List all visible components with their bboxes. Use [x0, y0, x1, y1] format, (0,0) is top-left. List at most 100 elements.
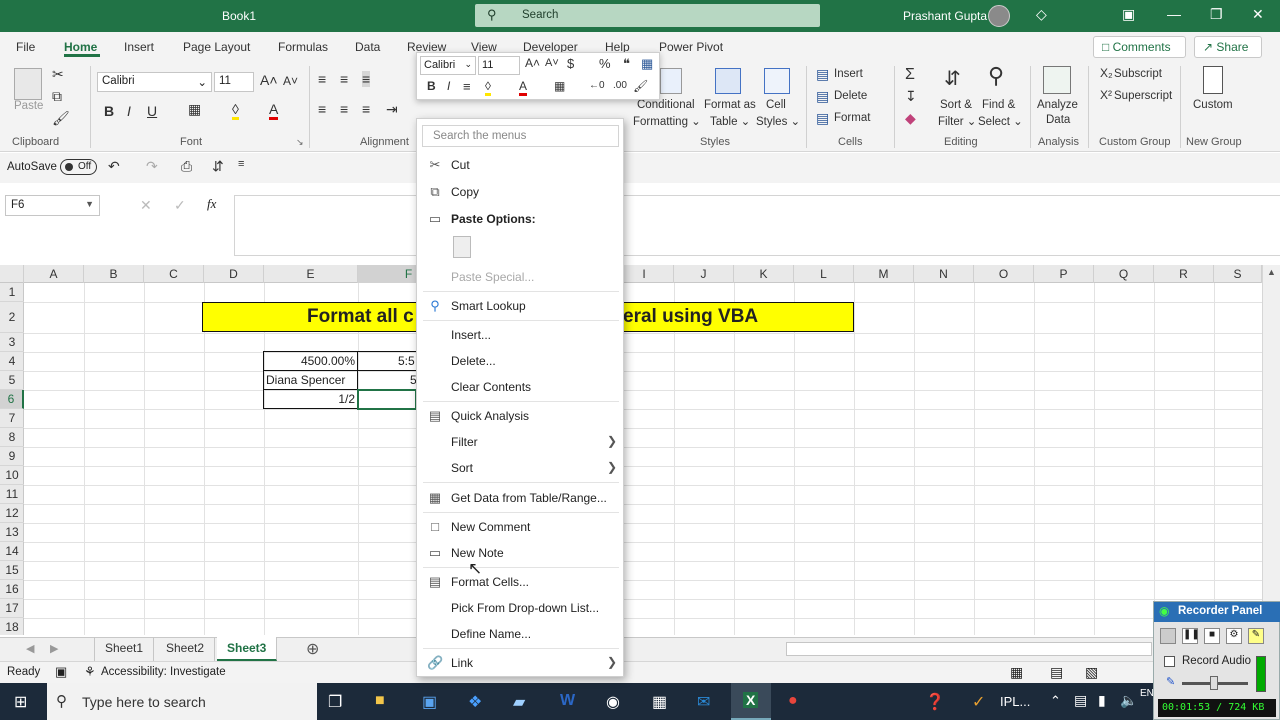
merge-icon[interactable]: ▦	[641, 56, 653, 72]
row-header[interactable]: 11	[0, 485, 24, 504]
decrease-font-icon[interactable]: A˅	[545, 57, 559, 69]
insert-function-icon[interactable]: fx	[207, 196, 216, 212]
column-header[interactable]: K	[734, 265, 794, 283]
accessibility-status[interactable]: Accessibility: Investigate	[101, 666, 226, 678]
next-sheet-icon[interactable]: ▶	[50, 642, 58, 655]
row-header[interactable]: 7	[0, 409, 24, 428]
taskbar-search[interactable]: ⚲ Type here to search	[47, 683, 317, 720]
cell-styles-line2[interactable]: Styles ⌄	[756, 114, 800, 128]
sort-filter-icon[interactable]: ⇵	[944, 66, 961, 91]
align-center-icon[interactable]: ≡	[340, 101, 348, 117]
analyze-data-line2[interactable]: Data	[1046, 114, 1070, 126]
stop-icon[interactable]: ■	[1204, 628, 1220, 644]
record-button[interactable]	[1160, 628, 1176, 644]
menu-item-new-note[interactable]: ▭ New Note	[417, 541, 623, 565]
row-header[interactable]: 1	[0, 283, 24, 302]
cut-icon[interactable]: ✂	[52, 66, 64, 83]
dialog-launcher-icon[interactable]: ↘	[296, 137, 304, 148]
column-header[interactable]: J	[674, 265, 734, 283]
dropbox-icon[interactable]: ❖	[468, 692, 482, 712]
decrease-font-icon[interactable]: A˅	[283, 74, 298, 88]
close-icon[interactable]: ✕	[1252, 6, 1264, 23]
find-select-line2[interactable]: Select ⌄	[978, 114, 1023, 128]
find-select-line1[interactable]: Find &	[982, 99, 1015, 111]
cell-e6[interactable]: 1/2	[264, 390, 355, 409]
word-icon[interactable]: W	[560, 692, 575, 710]
minimize-icon[interactable]: —	[1167, 6, 1181, 22]
sort-filter-line2[interactable]: Filter ⌄	[938, 114, 976, 128]
ipl-app-label[interactable]: IPL...	[1000, 694, 1030, 709]
align-left-icon[interactable]: ≡	[318, 101, 326, 117]
search-box[interactable]: ⚲ Search	[475, 4, 820, 27]
menu-item-link[interactable]: 🔗 Link ❯	[417, 651, 623, 675]
vertical-scrollbar[interactable]: ▲	[1262, 265, 1280, 635]
calculator-icon[interactable]	[1203, 66, 1223, 94]
battery-icon[interactable]: ▮	[1098, 692, 1106, 709]
menu-item-pick-list[interactable]: Pick From Drop-down List...	[417, 596, 623, 620]
column-header[interactable]: L	[794, 265, 854, 283]
superscript-button[interactable]: Superscript	[1114, 90, 1172, 102]
windows-start-icon[interactable]: ⊞	[14, 692, 27, 712]
help-icon[interactable]: ❓	[925, 692, 945, 712]
fill-color-icon[interactable]: ◊	[485, 79, 491, 96]
row-header[interactable]: 2	[0, 302, 24, 333]
undo-icon[interactable]: ↶	[108, 158, 120, 175]
row-header[interactable]: 17	[0, 599, 24, 618]
sheet-tab-active[interactable]: Sheet3	[217, 637, 278, 661]
autosum-icon[interactable]: Σ	[905, 66, 915, 84]
column-header[interactable]: N	[914, 265, 974, 283]
tray-chevron-icon[interactable]: ⌃	[1050, 693, 1061, 709]
pen-icon[interactable]: ✎	[1248, 628, 1264, 644]
menu-item-format-cells[interactable]: ▤ Format Cells...	[417, 570, 623, 594]
paste-button[interactable]: Paste	[14, 100, 43, 112]
superscript-icon[interactable]: X²	[1100, 88, 1112, 102]
column-header[interactable]: E	[264, 265, 358, 283]
align-right-icon[interactable]: ≡	[362, 101, 370, 117]
menu-item-paste-special[interactable]: Paste Special...	[417, 265, 623, 289]
sort-icon[interactable]: ⇵	[212, 158, 224, 175]
tab-power-pivot[interactable]: Power Pivot	[659, 40, 723, 54]
menu-item-quick-analysis[interactable]: ▤ Quick Analysis	[417, 404, 623, 428]
row-header[interactable]: 8	[0, 428, 24, 447]
row-header[interactable]: 5	[0, 371, 24, 390]
row-header[interactable]: 4	[0, 352, 24, 371]
conditional-formatting-line1[interactable]: Conditional	[637, 99, 695, 111]
calculator-app-icon[interactable]: ▦	[652, 692, 667, 712]
print-preview-icon[interactable]: ⎙	[181, 158, 192, 175]
subscript-button[interactable]: Subscript	[1114, 68, 1162, 80]
menu-item-define-name[interactable]: Define Name...	[417, 622, 623, 646]
app-icon[interactable]: ▰	[513, 692, 525, 712]
custom-button[interactable]: Custom	[1193, 99, 1233, 111]
format-as-table-icon[interactable]	[715, 68, 741, 94]
increase-font-icon[interactable]: A˄	[260, 72, 278, 88]
menu-item-cut[interactable]: ✂ Cut	[417, 153, 623, 177]
tab-formulas[interactable]: Formulas	[278, 40, 328, 54]
menu-item-insert[interactable]: Insert...	[417, 323, 623, 347]
menu-item-get-data[interactable]: ▦ Get Data from Table/Range...	[417, 486, 623, 510]
redo-icon[interactable]: ↷	[146, 158, 158, 175]
tab-page-layout[interactable]: Page Layout	[183, 40, 250, 54]
copy-icon[interactable]: ⧉	[52, 88, 62, 105]
top-align-icon[interactable]: ≡	[318, 71, 326, 87]
italic-icon[interactable]: I	[447, 79, 450, 93]
cell-styles-line1[interactable]: Cell	[766, 99, 786, 111]
maximize-icon[interactable]: ❐	[1210, 6, 1223, 23]
column-header[interactable]: S	[1214, 265, 1262, 283]
menu-item-clear-contents[interactable]: Clear Contents	[417, 375, 623, 399]
insert-cells-button[interactable]: Insert	[834, 68, 863, 80]
app-icon[interactable]: ✓	[972, 692, 985, 712]
avatar[interactable]	[988, 5, 1010, 27]
add-sheet-icon[interactable]: ⊕	[306, 639, 319, 659]
cell-f4[interactable]: 5:5	[398, 352, 415, 371]
volume-slider-thumb[interactable]	[1210, 676, 1218, 690]
accessibility-icon[interactable]: ⚘	[84, 664, 96, 680]
indent-icon[interactable]: ⇥	[386, 101, 398, 118]
horizontal-scrollbar[interactable]	[786, 642, 1152, 656]
ribbon-display-icon[interactable]: ▣	[1122, 6, 1135, 23]
tab-insert[interactable]: Insert	[124, 40, 154, 54]
row-header[interactable]: 10	[0, 466, 24, 485]
record-audio-checkbox[interactable]	[1164, 656, 1175, 667]
font-name-combo[interactable]: Calibri ⌄	[97, 72, 212, 92]
column-header[interactable]: P	[1034, 265, 1094, 283]
analyze-data-icon[interactable]	[1043, 66, 1071, 94]
